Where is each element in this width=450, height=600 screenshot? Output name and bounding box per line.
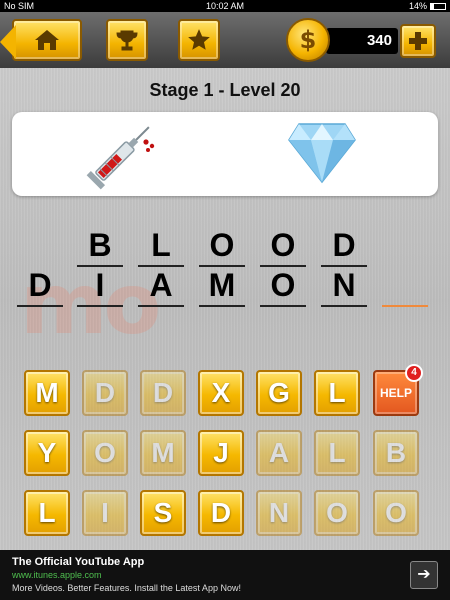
letter-tile-used[interactable]: A: [256, 430, 302, 476]
answer-slot[interactable]: A: [135, 266, 187, 307]
letter-tile-used[interactable]: O: [82, 430, 128, 476]
answer-slot[interactable]: O: [257, 226, 309, 267]
trophy-icon: [116, 30, 138, 51]
answer-slot[interactable]: M: [196, 266, 248, 307]
answer-row-2: D I A M O N: [0, 266, 450, 307]
battery-icon: [430, 2, 446, 10]
answer-slot[interactable]: D: [14, 266, 66, 307]
letter-tile[interactable]: S: [140, 490, 186, 536]
answer-slot[interactable]: B: [74, 226, 126, 267]
letter-tile[interactable]: D: [198, 490, 244, 536]
syringe-icon: [86, 126, 155, 190]
home-button[interactable]: [0, 19, 82, 61]
status-bar: No SIM 10:02 AM 14%: [0, 0, 450, 12]
star-button[interactable]: [178, 19, 220, 61]
letter-tile[interactable]: L: [24, 490, 70, 536]
answer-slot-empty[interactable]: [379, 266, 431, 307]
answer-slot[interactable]: I: [74, 266, 126, 307]
letter-tile-used[interactable]: M: [140, 430, 186, 476]
letter-tile-used[interactable]: O: [373, 490, 419, 536]
top-bar: 340 $: [0, 12, 450, 68]
coin-icon: $: [286, 18, 330, 62]
clue-panel: [12, 112, 438, 196]
answer-slot[interactable]: O: [196, 226, 248, 267]
star-icon: [188, 29, 210, 50]
letter-tile[interactable]: L: [314, 370, 360, 416]
clock: 10:02 AM: [205, 1, 245, 11]
answer-slot[interactable]: N: [318, 266, 370, 307]
letter-tile-used[interactable]: O: [314, 490, 360, 536]
letter-tile[interactable]: J: [198, 430, 244, 476]
battery-percent: 14%: [408, 1, 427, 11]
coin-count: 340: [326, 28, 398, 54]
letter-tile-used[interactable]: B: [373, 430, 419, 476]
help-count-badge: 4: [405, 364, 423, 382]
letter-tile-used[interactable]: D: [82, 370, 128, 416]
ad-arrow-icon[interactable]: ➔: [410, 561, 438, 589]
diamond-icon: [288, 123, 356, 184]
ad-url: www.itunes.apple.com: [12, 570, 102, 580]
letter-tile[interactable]: Y: [24, 430, 70, 476]
answer-slot[interactable]: O: [257, 266, 309, 307]
letter-tile-used[interactable]: D: [140, 370, 186, 416]
letter-tile-used[interactable]: L: [314, 430, 360, 476]
letter-tile[interactable]: M: [24, 370, 70, 416]
stage-title: Stage 1 - Level 20: [149, 80, 301, 100]
home-icon: [35, 30, 59, 50]
plus-icon: [409, 32, 427, 50]
letter-tile[interactable]: X: [198, 370, 244, 416]
add-coins-button[interactable]: [400, 24, 436, 58]
trophy-button[interactable]: [106, 19, 148, 61]
ad-title: The Official YouTube App: [12, 556, 145, 568]
letter-tile[interactable]: G: [256, 370, 302, 416]
answer-slot[interactable]: D: [318, 226, 370, 267]
ad-description: More Videos. Better Features. Install th…: [12, 583, 241, 593]
letter-tile-used[interactable]: I: [82, 490, 128, 536]
answer-slot[interactable]: L: [135, 226, 187, 267]
answer-row-1: B L O O D: [0, 226, 450, 267]
ad-banner[interactable]: The Official YouTube App www.itunes.appl…: [0, 550, 450, 600]
battery-status: 14%: [409, 0, 446, 12]
letter-tile-used[interactable]: N: [256, 490, 302, 536]
